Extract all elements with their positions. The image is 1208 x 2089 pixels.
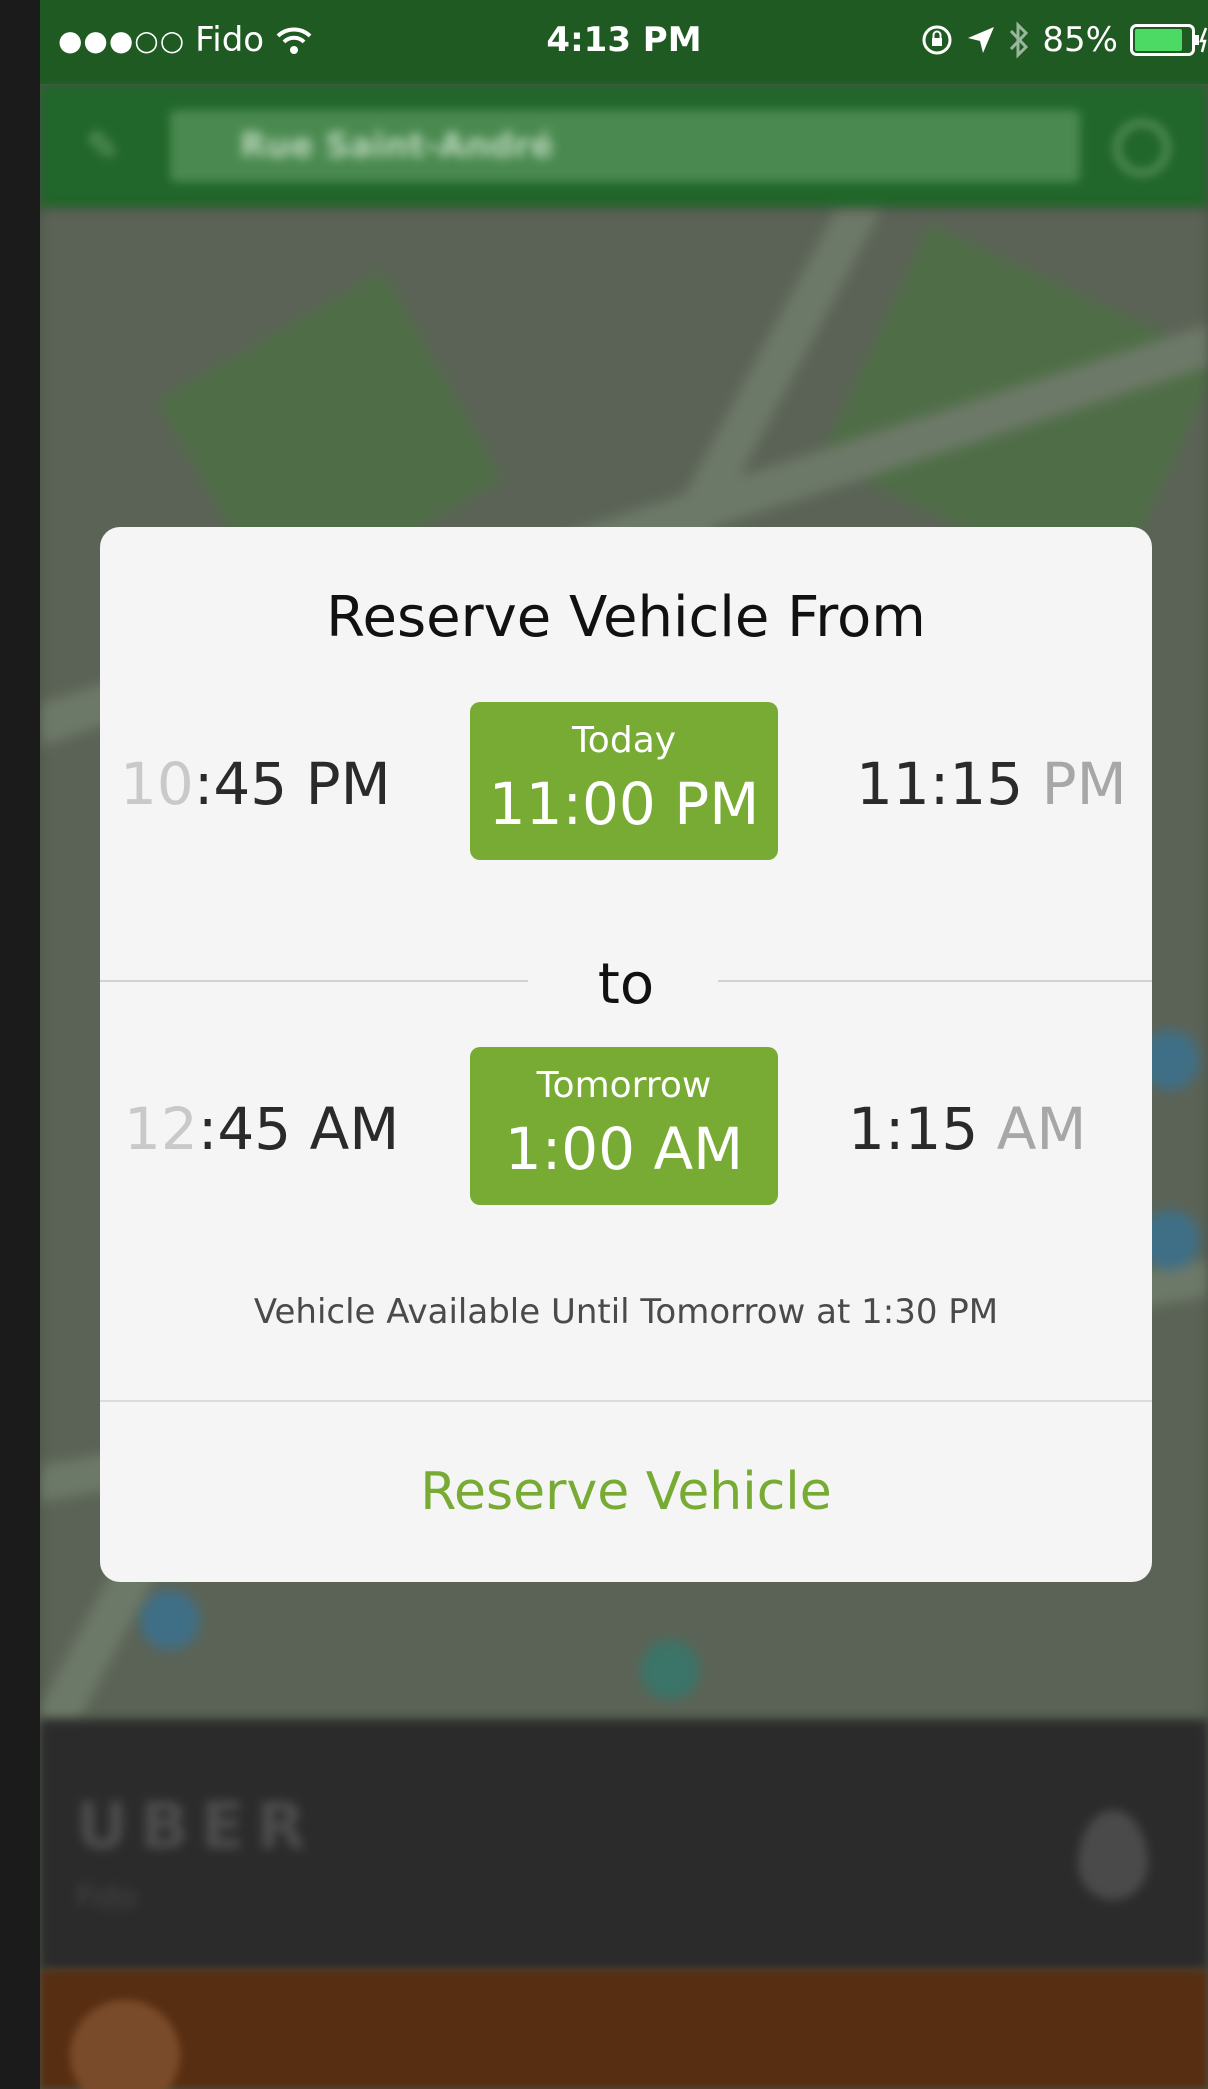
map-pin	[640, 1640, 700, 1700]
selected-time-label: 1:00 AM	[504, 1115, 744, 1183]
reserve-vehicle-dialog: Reserve Vehicle From 10:45 PM Today 11:0…	[100, 527, 1152, 1582]
time-hour: 1:15	[848, 1095, 979, 1163]
to-label: to	[597, 952, 655, 1017]
time-hour: 10	[120, 750, 194, 818]
time-minutes: :45	[197, 1095, 292, 1163]
menu-icon: ✎	[86, 124, 120, 170]
battery-percent: 85%	[1042, 20, 1118, 60]
bluetooth-icon	[1010, 21, 1029, 59]
from-next-time[interactable]: 11:15 PM	[856, 750, 1127, 818]
app-navigation-bar: ✎ Rue Saint-André	[40, 84, 1208, 210]
dialog-title: Reserve Vehicle From	[326, 585, 926, 650]
to-time-picker[interactable]: 12:45 AM Tomorrow 1:00 AM 1:15 AM	[100, 1047, 1152, 1205]
battery-charging-icon	[1130, 24, 1208, 56]
selected-day-label: Tomorrow	[536, 1065, 712, 1106]
drop-icon	[1078, 1810, 1148, 1900]
time-hour: 11:15	[856, 750, 1024, 818]
divider-line	[718, 980, 1152, 982]
time-hour: 12	[124, 1095, 198, 1163]
bottom-panel: UBER Fido	[40, 1720, 1208, 1970]
search-text: Rue Saint-André	[240, 126, 554, 166]
reserve-vehicle-button[interactable]: Reserve Vehicle	[100, 1402, 1152, 1582]
uber-logo: UBER	[76, 1790, 318, 1864]
availability-text: Vehicle Available Until Tomorrow at 1:30…	[253, 1292, 999, 1332]
bottom-banner	[40, 1970, 1208, 2089]
uber-subtitle: Fido	[76, 1880, 137, 1915]
gear-icon	[1114, 120, 1170, 176]
selected-time-label: 11:00 PM	[488, 770, 760, 838]
search-bar[interactable]: Rue Saint-André	[170, 110, 1080, 182]
time-period: AM	[309, 1095, 400, 1163]
to-next-time[interactable]: 1:15 AM	[848, 1095, 1086, 1163]
avatar	[70, 2000, 180, 2089]
time-minutes: :45	[193, 750, 288, 818]
time-period: PM	[305, 750, 391, 818]
status-right: 85%	[920, 20, 1208, 60]
from-previous-time[interactable]: 10:45 PM	[120, 750, 391, 818]
from-selected-time[interactable]: Today 11:00 PM	[470, 702, 778, 860]
time-period: AM	[996, 1095, 1087, 1163]
location-arrow-icon	[968, 27, 995, 53]
phone-screen: ●●●○○ Fido 4:13 PM 85% ✎ Rue Saint-André…	[40, 0, 1208, 2089]
rotation-lock-icon	[922, 25, 952, 55]
map-pin	[140, 1590, 200, 1650]
to-selected-time[interactable]: Tomorrow 1:00 AM	[470, 1047, 778, 1205]
time-period: PM	[1041, 750, 1127, 818]
from-time-picker[interactable]: 10:45 PM Today 11:00 PM 11:15 PM	[100, 702, 1152, 860]
to-previous-time[interactable]: 12:45 AM	[124, 1095, 399, 1163]
status-bar: ●●●○○ Fido 4:13 PM 85%	[40, 0, 1208, 84]
selected-day-label: Today	[571, 720, 677, 761]
to-separator: to	[100, 952, 1152, 1017]
